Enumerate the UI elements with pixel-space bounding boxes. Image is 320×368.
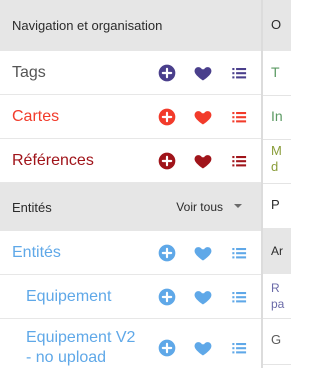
nav-section-title: Navigation et organisation xyxy=(12,18,163,33)
right-item-1[interactable]: T xyxy=(263,64,291,80)
caret-down-icon[interactable] xyxy=(233,200,243,214)
list-icon[interactable] xyxy=(229,107,249,127)
row-actions xyxy=(157,287,249,307)
right-panel-header-label: O xyxy=(271,17,282,32)
app-root: Navigation et organisation Tags Cartes R… xyxy=(0,0,291,368)
nav-item-references[interactable]: Références xyxy=(0,139,261,183)
entity-item-equipement[interactable]: Equipement xyxy=(0,275,261,319)
view-all-dropdown[interactable]: Voir tous xyxy=(176,200,249,214)
plus-circle-icon[interactable] xyxy=(157,243,177,263)
row-actions xyxy=(157,63,249,83)
row-actions xyxy=(157,107,249,127)
right-item-5[interactable]: R pa xyxy=(263,280,291,312)
divider xyxy=(263,139,291,140)
heart-icon[interactable] xyxy=(193,287,213,307)
nav-section-header: Navigation et organisation xyxy=(0,0,261,51)
nav-item-tags[interactable]: Tags xyxy=(0,51,261,95)
nav-item-label[interactable]: Références xyxy=(12,152,157,170)
plus-circle-icon[interactable] xyxy=(157,287,177,307)
nav-item-label[interactable]: Tags xyxy=(12,64,157,82)
plus-circle-icon[interactable] xyxy=(157,338,177,358)
right-item-6[interactable]: G xyxy=(263,332,291,347)
list-icon[interactable] xyxy=(229,338,249,358)
heart-icon[interactable] xyxy=(193,338,213,358)
heart-icon[interactable] xyxy=(193,107,213,127)
divider xyxy=(263,183,291,184)
right-item-2[interactable]: In xyxy=(263,108,291,124)
plus-circle-icon[interactable] xyxy=(157,63,177,83)
entities-section-header: Entités Voir tous xyxy=(0,183,261,231)
entity-item-equipement-v2[interactable]: Equipement V2 - no upload xyxy=(0,319,261,368)
entity-item-label[interactable]: Equipement xyxy=(26,288,157,306)
view-all-label[interactable]: Voir tous xyxy=(176,200,223,214)
entity-item-label[interactable]: Entités xyxy=(12,244,157,262)
list-icon[interactable] xyxy=(229,287,249,307)
right-item-4[interactable]: P xyxy=(263,197,291,212)
entity-item-entites[interactable]: Entités xyxy=(0,231,261,275)
row-actions xyxy=(157,338,249,358)
heart-icon[interactable] xyxy=(193,243,213,263)
plus-circle-icon[interactable] xyxy=(157,151,177,171)
nav-item-label[interactable]: Cartes xyxy=(12,108,157,126)
list-icon[interactable] xyxy=(229,243,249,263)
divider xyxy=(263,318,291,319)
list-icon[interactable] xyxy=(229,63,249,83)
heart-icon[interactable] xyxy=(193,151,213,171)
row-actions xyxy=(157,151,249,171)
left-panel: Navigation et organisation Tags Cartes R… xyxy=(0,0,263,368)
entities-section-title: Entités xyxy=(12,199,52,215)
row-actions xyxy=(157,243,249,263)
plus-circle-icon[interactable] xyxy=(157,107,177,127)
entity-item-label[interactable]: Equipement V2 - no upload xyxy=(26,328,157,368)
divider xyxy=(263,95,291,96)
list-icon[interactable] xyxy=(229,151,249,171)
right-item-3[interactable]: M d xyxy=(263,143,291,175)
divider xyxy=(263,364,291,365)
right-panel: O T In M d P Ar R pa G xyxy=(263,0,291,368)
right-panel-header-2-label: Ar xyxy=(271,244,283,258)
nav-item-cartes[interactable]: Cartes xyxy=(0,95,261,139)
heart-icon[interactable] xyxy=(193,63,213,83)
